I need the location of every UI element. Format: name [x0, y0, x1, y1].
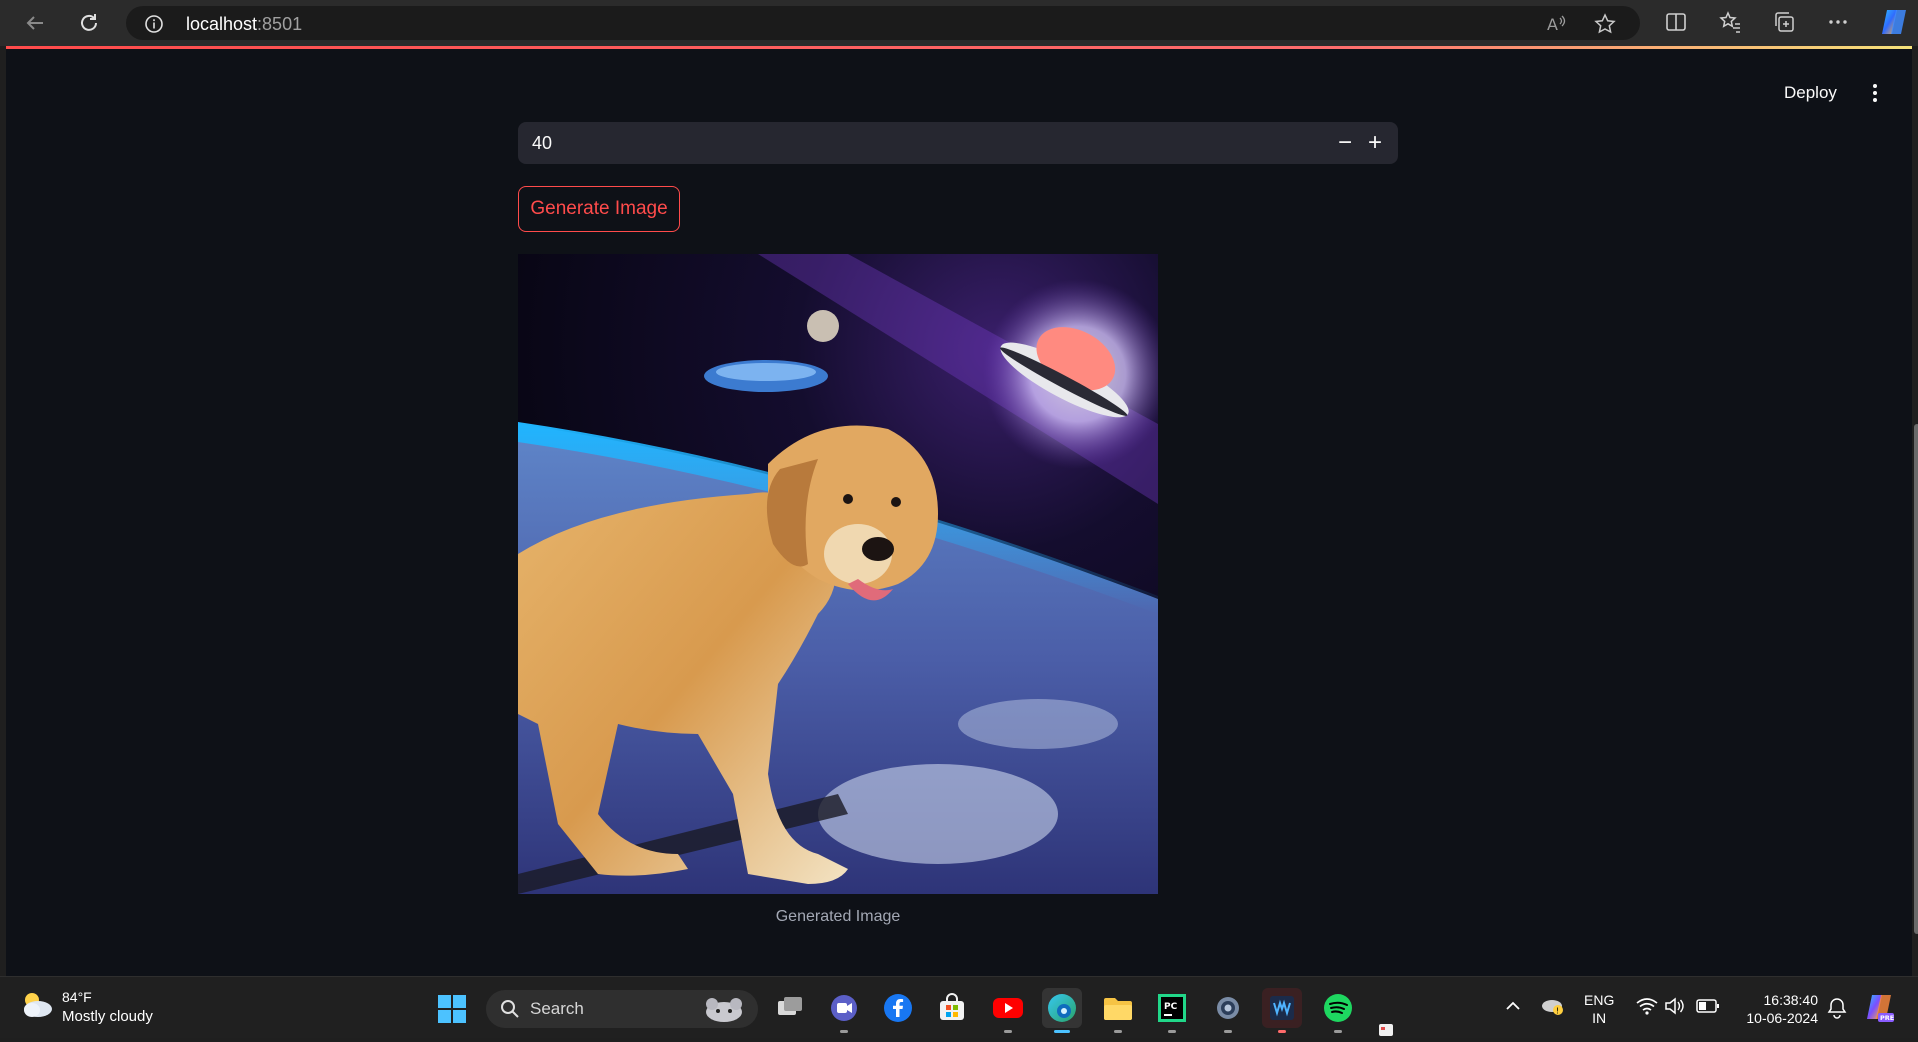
input-language-indicator[interactable]: ENG IN — [1584, 991, 1614, 1027]
number-input-value[interactable]: 40 — [532, 133, 552, 154]
page-scrollbar[interactable] — [1914, 424, 1918, 934]
wifi-icon[interactable] — [1636, 997, 1658, 1018]
main-menu-icon[interactable] — [1866, 81, 1884, 103]
system-clock[interactable]: 16:38:40 10-06-2024 — [1736, 991, 1818, 1027]
refresh-icon[interactable] — [74, 8, 104, 38]
svg-text:PRE: PRE — [1880, 1014, 1894, 1022]
language-region: IN — [1592, 1010, 1607, 1026]
url-host: localhost — [186, 14, 258, 34]
search-highlight-icon — [706, 998, 742, 1022]
search-icon — [501, 1000, 519, 1018]
pycharm-icon[interactable]: PC — [1152, 988, 1192, 1033]
teams-icon[interactable] — [824, 988, 864, 1033]
task-view-icon[interactable] — [770, 988, 810, 1028]
edge-browser-icon[interactable] — [1042, 988, 1082, 1033]
facebook-icon[interactable] — [878, 988, 918, 1028]
weather-temperature: 84°F — [62, 989, 92, 1005]
collections-icon[interactable] — [1772, 10, 1798, 36]
battery-icon[interactable] — [1696, 999, 1720, 1016]
onedrive-cloud-icon[interactable]: ! — [1540, 995, 1566, 1020]
increment-button[interactable]: + — [1360, 128, 1390, 158]
decrement-button[interactable]: − — [1330, 128, 1360, 158]
clock-date: 10-06-2024 — [1746, 1010, 1818, 1026]
clock-time: 16:38:40 — [1763, 992, 1819, 1008]
youtube-icon[interactable] — [988, 988, 1028, 1033]
site-info-icon[interactable] — [144, 14, 164, 39]
file-explorer-icon[interactable] — [1098, 988, 1138, 1033]
settings-gear-icon[interactable] — [1208, 988, 1248, 1033]
app-main: Deploy 40 − + Generate Image Generated I… — [6, 49, 1918, 976]
windows-start-icon[interactable] — [437, 994, 467, 1029]
image-caption: Generated Image — [775, 908, 901, 925]
microsoft-store-icon[interactable] — [932, 988, 972, 1028]
weather-condition: Mostly cloudy — [62, 1008, 153, 1025]
browser-toolbar: localhost:8501 A — [0, 0, 1918, 46]
more-options-icon[interactable] — [1826, 10, 1852, 36]
audio-app-icon[interactable] — [1262, 988, 1302, 1033]
number-input[interactable]: 40 − + — [518, 122, 1398, 164]
read-aloud-icon[interactable]: A — [1546, 13, 1568, 35]
focus-assist-icon[interactable] — [1826, 997, 1848, 1022]
taskbar-search[interactable]: Search — [486, 990, 758, 1028]
copilot-taskbar-icon[interactable]: PRE — [1862, 991, 1896, 1028]
favorite-star-icon[interactable] — [1594, 13, 1616, 35]
generate-image-button[interactable]: Generate Image — [518, 186, 680, 232]
favorites-icon[interactable] — [1718, 10, 1744, 36]
generated-image — [518, 254, 1158, 894]
chevron-up-icon[interactable] — [1504, 997, 1522, 1018]
back-icon[interactable] — [20, 8, 50, 38]
search-label: Search — [530, 999, 584, 1018]
svg-text:A: A — [1547, 15, 1558, 34]
split-screen-icon[interactable] — [1664, 10, 1690, 36]
taskbar: 84°F Mostly cloudy Search PC ! ENG IN 16… — [0, 976, 1918, 1038]
deploy-button[interactable]: Deploy — [1776, 79, 1845, 107]
url-port: :8501 — [257, 14, 303, 34]
address-bar[interactable]: localhost:8501 A — [126, 6, 1640, 40]
notification-app-icon[interactable] — [1378, 1023, 1394, 1042]
svg-text:!: ! — [1556, 1007, 1559, 1016]
cloudy-weather-icon — [24, 993, 52, 1017]
volume-icon[interactable] — [1664, 997, 1684, 1018]
spotify-icon[interactable] — [1318, 988, 1358, 1033]
svg-text:PC: PC — [1164, 1002, 1178, 1012]
copilot-icon[interactable] — [1878, 6, 1910, 38]
weather-widget[interactable]: 84°F Mostly cloudy — [20, 989, 153, 1025]
language-code: ENG — [1584, 992, 1615, 1008]
url-text: localhost:8501 — [186, 14, 302, 35]
